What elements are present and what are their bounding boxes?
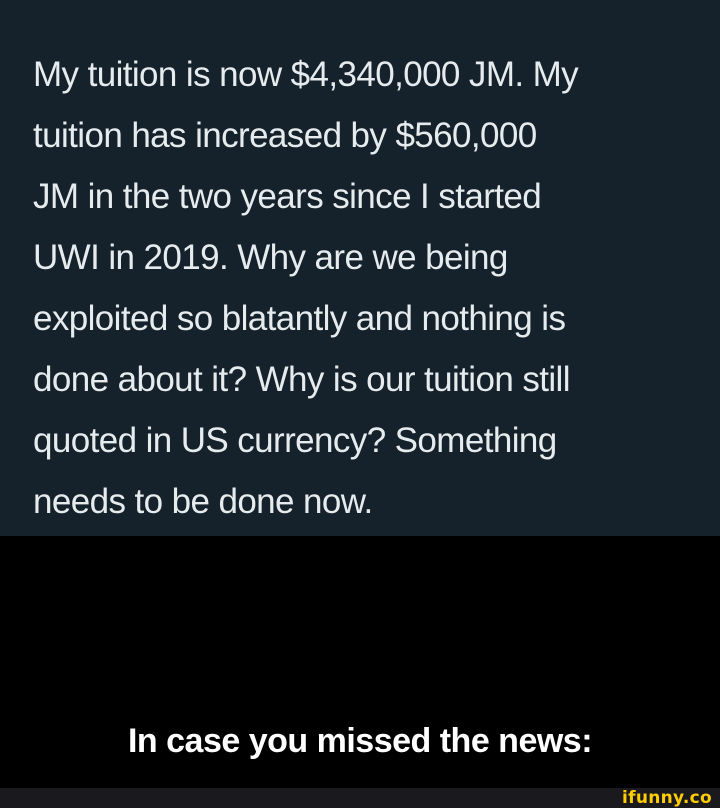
post-screenshot: My tuition is now $4,340,000 JM. My tuit… [0,0,720,536]
post-line: tuition has increased by $560,000 [33,116,537,155]
watermark-bar: ifunny.co [0,788,720,808]
post-line: needs to be done now. [33,482,373,521]
post-line: done about it? Why is our tuition still [33,360,571,399]
post-line: exploited so blatantly and nothing is [33,299,566,338]
post-line: JM in the two years since I started [33,177,542,216]
meme-caption: In case you missed the news: [127,722,593,760]
post-line: quoted in US currency? Something [33,421,557,460]
post-line: My tuition is now $4,340,000 JM. My [33,55,579,94]
post-line: UWI in 2019. Why are we being [33,238,508,277]
post-text: My tuition is now $4,340,000 JM. My tuit… [33,44,693,532]
ifunny-watermark: ifunny.co [622,788,712,808]
